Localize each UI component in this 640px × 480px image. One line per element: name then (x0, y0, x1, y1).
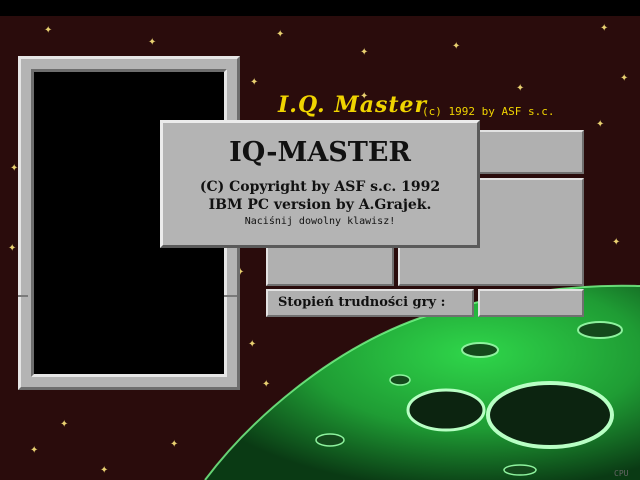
game-copyright-line: (c) 1992 by ASF s.c. (422, 105, 555, 118)
cpu-indicator: CPU (614, 469, 629, 478)
crater-large-left (406, 388, 486, 432)
dialog-title: IQ-MASTER (229, 137, 411, 168)
crater-small-5 (503, 464, 537, 476)
game-logo: I.Q. Master (278, 92, 428, 118)
crater-small-2 (577, 321, 623, 339)
answer-box-top-right (478, 130, 584, 174)
press-any-key-prompt: Naciśnij dowolny klawisz! (244, 216, 396, 227)
crater-small-4 (315, 433, 345, 447)
splash-dialog[interactable]: IQ-MASTER (C) Copyright by ASF s.c. 1992… (160, 120, 480, 248)
dialog-version: IBM PC version by A.Grajek. (208, 197, 432, 213)
left-divider-right (224, 295, 237, 297)
crater-small-3 (389, 374, 411, 386)
crater-small-1 (461, 342, 499, 358)
answer-box-left (266, 246, 394, 286)
dialog-copyright: (C) Copyright by ASF s.c. 1992 (199, 179, 441, 195)
difficulty-label: Stopień trudności gry : (266, 289, 474, 317)
crater-large-right (486, 381, 614, 449)
difficulty-value-box[interactable] (478, 289, 584, 317)
game-screen[interactable]: ✦✦✦✦✦✦✦✦✦✦✦✦✦✦✦✦✦✦✦✦✦✦✦✦✦ I.Q. Master (c… (0, 0, 640, 480)
left-divider-left (18, 295, 28, 297)
